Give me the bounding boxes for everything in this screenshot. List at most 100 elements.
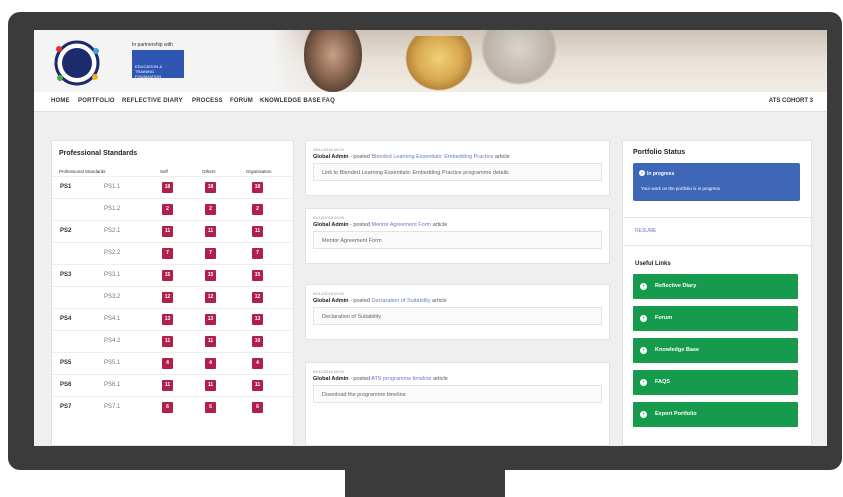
- nav-process[interactable]: PROCESS: [192, 98, 223, 104]
- count-badge-org[interactable]: 11: [252, 380, 263, 391]
- standards-row: PS6 PS6.1 11 11 11: [52, 374, 293, 396]
- standard-code: PS6: [60, 382, 72, 388]
- arrow-right-circle-icon: ›: [640, 379, 647, 386]
- count-badge-others[interactable]: 13: [205, 314, 216, 325]
- count-badge-others[interactable]: 12: [205, 292, 216, 303]
- count-badge-self[interactable]: 18: [162, 182, 173, 193]
- col-header-others: Others: [202, 169, 216, 174]
- post-body-box[interactable]: Declaration of Suitability: [313, 307, 602, 325]
- count-badge-others[interactable]: 7: [205, 248, 216, 259]
- count-badge-self[interactable]: 6: [162, 402, 173, 413]
- standard-sub-code: PS1.1: [104, 184, 121, 190]
- count-badge-others[interactable]: 2: [205, 204, 216, 215]
- standard-code: PS7: [60, 404, 72, 410]
- post-body: Link to Blended Learning Essentials: Emb…: [322, 170, 509, 176]
- post-article-link[interactable]: Mentor Agreement Form: [371, 222, 431, 228]
- standard-sub-code: PS2.2: [104, 250, 121, 256]
- count-badge-self[interactable]: 11: [162, 336, 173, 347]
- standard-code: PS1: [60, 184, 72, 190]
- banner-person-image: [404, 36, 474, 92]
- standard-code: PS4: [60, 316, 72, 322]
- standard-sub-code: PS2.1: [104, 228, 121, 234]
- standards-row: PS4 PS4.1 13 13 13: [52, 308, 293, 330]
- status-panel: Portfolio Status i In progress Your work…: [622, 140, 812, 446]
- post-article-link[interactable]: Blended Learning Essentials: Embedding P…: [371, 154, 493, 160]
- useful-link-button[interactable]: › Forum: [633, 306, 798, 331]
- standard-sub-code: PS6.1: [104, 382, 121, 388]
- count-badge-others[interactable]: 11: [205, 336, 216, 347]
- partner-logo[interactable]: EDUCATION & TRAINING FOUNDATION: [132, 50, 184, 79]
- count-badge-self[interactable]: 15: [162, 270, 173, 281]
- count-badge-self[interactable]: 12: [162, 292, 173, 303]
- count-badge-org[interactable]: 12: [252, 292, 263, 303]
- post-verb: - posted: [348, 222, 372, 228]
- count-badge-org[interactable]: 6: [252, 402, 263, 413]
- post-author[interactable]: Global Admin: [313, 222, 349, 228]
- useful-link-button[interactable]: › Export Portfolio: [633, 402, 798, 427]
- count-badge-org[interactable]: 15: [252, 270, 263, 281]
- nav-knowledge-base[interactable]: KNOWLEDGE BASE: [260, 98, 321, 104]
- post-body-box[interactable]: Download the programme timeline: [313, 385, 602, 403]
- count-badge-others[interactable]: 6: [205, 402, 216, 413]
- count-badge-org[interactable]: 4: [252, 358, 263, 369]
- count-badge-self[interactable]: 7: [162, 248, 173, 259]
- count-badge-others[interactable]: 18: [205, 182, 216, 193]
- nav-faq[interactable]: FAQ: [322, 98, 335, 104]
- standards-row: PS1 PS1.1 18 18 18: [52, 176, 293, 198]
- useful-link-button[interactable]: › FAQS: [633, 370, 798, 395]
- society-logo[interactable]: [51, 39, 103, 87]
- post-verb: - posted: [348, 154, 372, 160]
- count-badge-org[interactable]: 18: [252, 182, 263, 193]
- standards-row: PS3.2 12 12 12: [52, 286, 293, 308]
- count-badge-others[interactable]: 15: [205, 270, 216, 281]
- useful-link-button[interactable]: › Reflective Diary: [633, 274, 798, 299]
- post-article-link[interactable]: ATS programme timeline: [371, 376, 431, 382]
- useful-link-button[interactable]: › Knowledge Base: [633, 338, 798, 363]
- post-article-link[interactable]: Declaration of Suitability: [371, 298, 430, 304]
- count-badge-self[interactable]: 11: [162, 226, 173, 237]
- standards-row: PS5 PS5.1 4 4 4: [52, 352, 293, 374]
- count-badge-org[interactable]: 13: [252, 314, 263, 325]
- count-badge-self[interactable]: 13: [162, 314, 173, 325]
- post-verb: - posted: [348, 298, 372, 304]
- useful-links-title: Useful Links: [635, 261, 671, 267]
- count-badge-self[interactable]: 2: [162, 204, 173, 215]
- post-suffix: article: [431, 376, 448, 382]
- banner-person-image: [474, 30, 564, 92]
- standard-sub-code: PS1.2: [104, 206, 121, 212]
- nav-reflective-diary[interactable]: REFLECTIVE DIARY: [122, 98, 183, 104]
- banner-person-image: [304, 30, 362, 92]
- count-badge-org[interactable]: 2: [252, 204, 263, 215]
- post-author[interactable]: Global Admin: [313, 376, 349, 382]
- arrow-right-circle-icon: ›: [640, 315, 647, 322]
- post-suffix: article: [493, 154, 510, 160]
- count-badge-others[interactable]: 11: [205, 226, 216, 237]
- count-badge-others[interactable]: 11: [205, 380, 216, 391]
- progress-status-box: i In progress Your work on the portfolio…: [633, 163, 800, 201]
- monitor-stand: [345, 470, 505, 497]
- account-menu[interactable]: ATS COHORT 3: [769, 98, 813, 104]
- post-date: 05/12/2018 09:00: [313, 215, 345, 220]
- count-badge-others[interactable]: 4: [205, 358, 216, 369]
- post-verb: - posted: [348, 376, 372, 382]
- standards-row: PS2 PS2.1 11 11 11: [52, 220, 293, 242]
- count-badge-org[interactable]: 11: [252, 226, 263, 237]
- post-author[interactable]: Global Admin: [313, 298, 349, 304]
- post-summary: Global Admin - posted Blended Learning E…: [313, 154, 510, 160]
- count-badge-org[interactable]: 10: [252, 336, 263, 347]
- nav-portfolio[interactable]: PORTFOLIO: [78, 98, 115, 104]
- useful-link-label: FAQS: [655, 379, 670, 385]
- count-badge-self[interactable]: 4: [162, 358, 173, 369]
- useful-link-label: Export Portfolio: [655, 411, 697, 417]
- post-body-box[interactable]: Link to Blended Learning Essentials: Emb…: [313, 163, 602, 181]
- count-badge-org[interactable]: 7: [252, 248, 263, 259]
- standards-panel: Professional Standards Professional Stan…: [51, 140, 294, 446]
- post-body-box[interactable]: Mentor Agreement Form: [313, 231, 602, 249]
- nav-home[interactable]: HOME: [51, 98, 70, 104]
- post-author[interactable]: Global Admin: [313, 154, 349, 160]
- divider: [623, 245, 811, 246]
- count-badge-self[interactable]: 11: [162, 380, 173, 391]
- resume-link[interactable]: RESUME: [635, 228, 656, 234]
- feed-card: 05/11/2018 09:00 Global Admin - posted AT…: [305, 362, 610, 446]
- nav-forum[interactable]: FORUM: [230, 98, 253, 104]
